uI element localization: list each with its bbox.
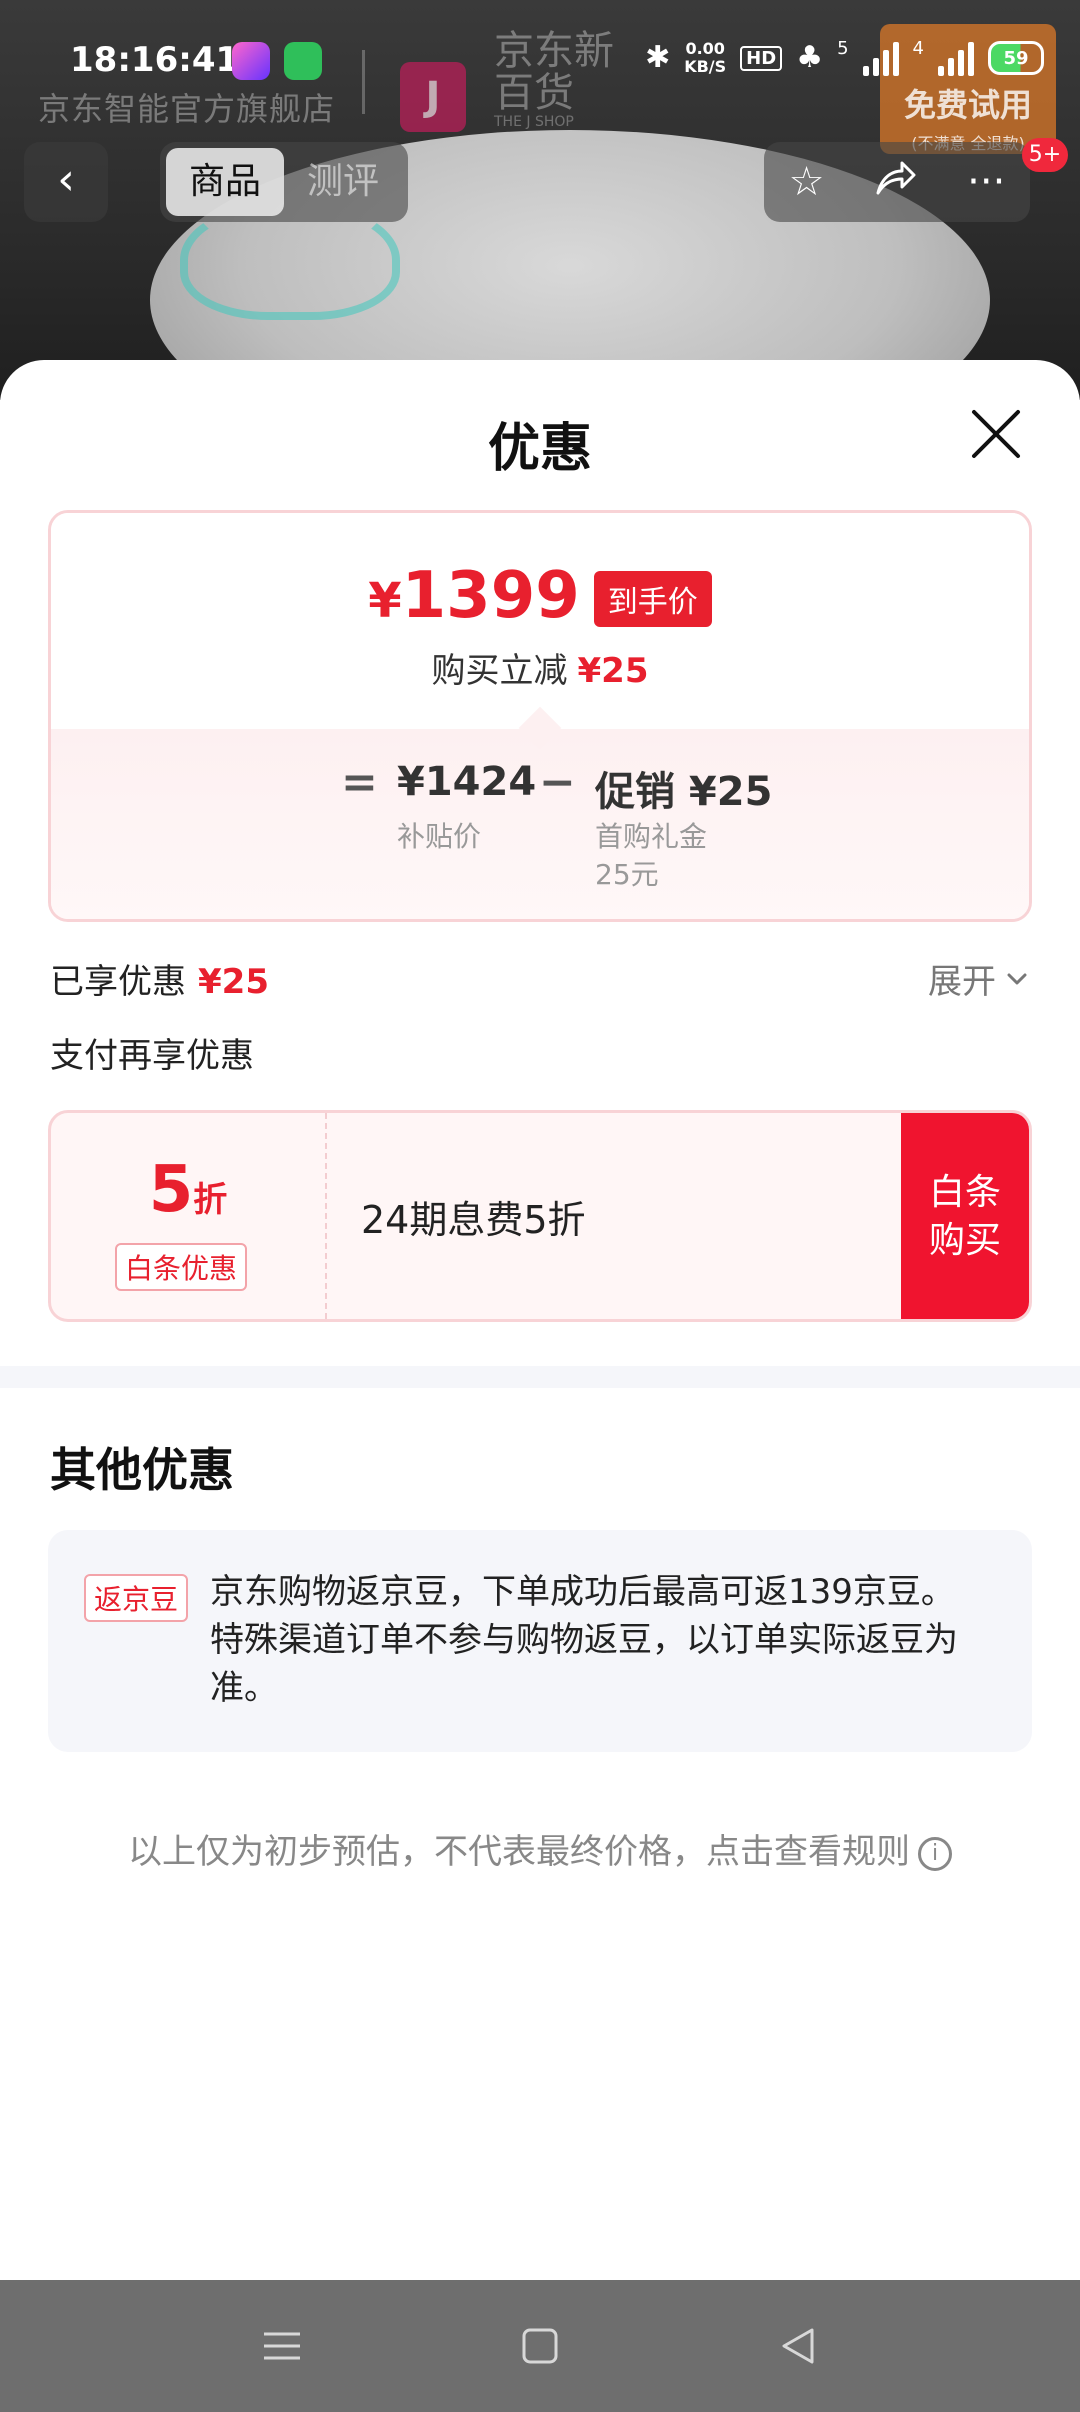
- bluetooth-icon: ✱: [645, 40, 671, 75]
- menu-icon: [264, 2332, 300, 2360]
- payment-discount-heading: 支付再享优惠: [50, 1036, 254, 1076]
- favorite-star-icon[interactable]: ☆: [789, 159, 825, 205]
- other-discounts-title: 其他优惠: [50, 1443, 234, 1497]
- chevron-down-icon: [1007, 973, 1027, 984]
- jingdou-description: 京东购物返京豆，下单成功后最高可返139京豆。特殊渠道订单不参与购物返豆，以订单…: [210, 1572, 958, 1708]
- expand-button[interactable]: 展开: [928, 954, 1030, 1003]
- tab-product[interactable]: 商品: [166, 148, 284, 216]
- status-time: 18:16:41: [70, 40, 240, 80]
- promo-amount: 促销 ¥25: [595, 769, 773, 815]
- minus-sign: −: [539, 757, 576, 808]
- base-price-label: 补贴价: [397, 820, 482, 853]
- final-price-row: ¥1399 到手价: [51, 561, 1029, 636]
- jingdou-tag: 返京豆: [84, 1574, 189, 1622]
- baitiao-offer-card[interactable]: 5折 白条优惠 24期息费5折 白条 购买: [48, 1110, 1032, 1322]
- dashed-divider: [325, 1113, 327, 1319]
- signal-1-label: 5: [837, 38, 849, 59]
- price-card: ¥1399 到手价 购买立减 ¥25 = ¥1424 补贴价 − 促销 ¥25 首…: [48, 510, 1032, 922]
- network-speed-value: 0.00: [685, 39, 725, 58]
- back-triangle-icon: [782, 2328, 814, 2364]
- menu-button[interactable]: [256, 2320, 308, 2372]
- baitiao-description: 24期息费5折: [361, 1198, 586, 1242]
- final-price-value: 1399: [401, 559, 580, 633]
- baitiao-buy-button[interactable]: 白条 购买: [901, 1113, 1029, 1319]
- baitiao-tag: 白条优惠: [115, 1243, 248, 1291]
- battery-level: 59: [1003, 47, 1029, 69]
- baitiao-discount: 5折: [51, 1153, 325, 1227]
- status-icons: ✱ 0.00 KB/S HD ♣ 5 4 59: [645, 38, 1044, 78]
- instant-discount-label: 购买立减: [431, 651, 568, 691]
- info-icon: i: [918, 1836, 952, 1871]
- status-bar: 18:16:41 ✱ 0.00 KB/S HD ♣ 5 4 59: [0, 30, 1080, 94]
- baitiao-buy-label-line2: 购买: [928, 1220, 1001, 1261]
- enjoyed-discount: 已享优惠 ¥25: [50, 954, 269, 1003]
- nav-actions: ☆ ···: [764, 142, 1030, 222]
- signal-1-icon: [862, 40, 899, 76]
- back-nav-button[interactable]: [772, 2320, 824, 2372]
- final-price-tag: 到手价: [593, 570, 712, 627]
- final-price: ¥1399: [368, 561, 580, 636]
- enjoyed-discount-label: 已享优惠: [50, 962, 186, 1002]
- home-square-icon: [522, 2328, 558, 2364]
- price-calculation: = ¥1424 补贴价 − 促销 ¥25 首购礼金 25元: [51, 753, 1029, 891]
- disclaimer-text: 以上仅为初步预估，不代表最终价格，点击查看规则: [128, 1832, 910, 1872]
- nav-tabs: 商品 测评: [160, 142, 408, 222]
- base-price: ¥1424: [397, 759, 537, 805]
- equals-sign: =: [341, 757, 378, 808]
- baitiao-buy-label-line1: 白条: [928, 1172, 1001, 1213]
- baitiao-discount-unit: 折: [193, 1180, 228, 1220]
- promo-label: 首购礼金: [595, 820, 708, 853]
- hd-voice-icon: HD: [740, 45, 783, 71]
- price-disclaimer-link[interactable]: 以上仅为初步预估，不代表最终价格，点击查看规则 i: [0, 1824, 1080, 1873]
- promo-value-label: 25元: [595, 858, 659, 891]
- chevron-left-icon: ‹: [57, 154, 75, 205]
- home-button[interactable]: [514, 2320, 566, 2372]
- battery-icon: 59: [988, 41, 1044, 75]
- currency-symbol: ¥: [368, 573, 402, 629]
- signal-2-icon: [938, 40, 974, 76]
- message-count-badge: 5+: [1022, 138, 1068, 172]
- share-icon[interactable]: [874, 157, 918, 207]
- signal-2-label: 4: [912, 38, 924, 59]
- baitiao-discount-number: 5: [148, 1153, 194, 1227]
- clover-icon: ♣: [796, 40, 824, 75]
- close-icon: [972, 410, 1020, 458]
- discount-sheet: 优惠 ¥1399 到手价 购买立减 ¥25 = ¥1424 补贴价 − 促销 ¥2…: [0, 360, 1080, 2280]
- jingdou-reward-card: 返京豆 京东购物返京豆，下单成功后最高可返139京豆。特殊渠道订单不参与购物返豆…: [48, 1530, 1032, 1752]
- back-button[interactable]: ‹: [24, 142, 108, 222]
- more-icon[interactable]: ···: [967, 159, 1005, 205]
- enjoyed-discount-value: ¥25: [198, 962, 269, 1002]
- network-speed: 0.00 KB/S: [684, 40, 726, 76]
- brand-subtitle: THE J SHOP: [494, 114, 574, 130]
- baitiao-discount-block: 5折 白条优惠: [51, 1113, 325, 1319]
- close-button[interactable]: [966, 404, 1026, 464]
- section-separator: [0, 1366, 1080, 1388]
- notification-app-icon: [232, 42, 270, 80]
- instant-discount-row: 购买立减 ¥25: [51, 643, 1029, 692]
- instant-discount-value: ¥25: [577, 651, 649, 691]
- expand-label: 展开: [928, 962, 996, 1002]
- sheet-title: 优惠: [487, 419, 592, 479]
- network-speed-unit: KB/S: [684, 57, 727, 76]
- system-navigation-bar: [0, 2280, 1080, 2412]
- security-app-icon: [284, 42, 322, 80]
- tab-review[interactable]: 测评: [284, 148, 402, 216]
